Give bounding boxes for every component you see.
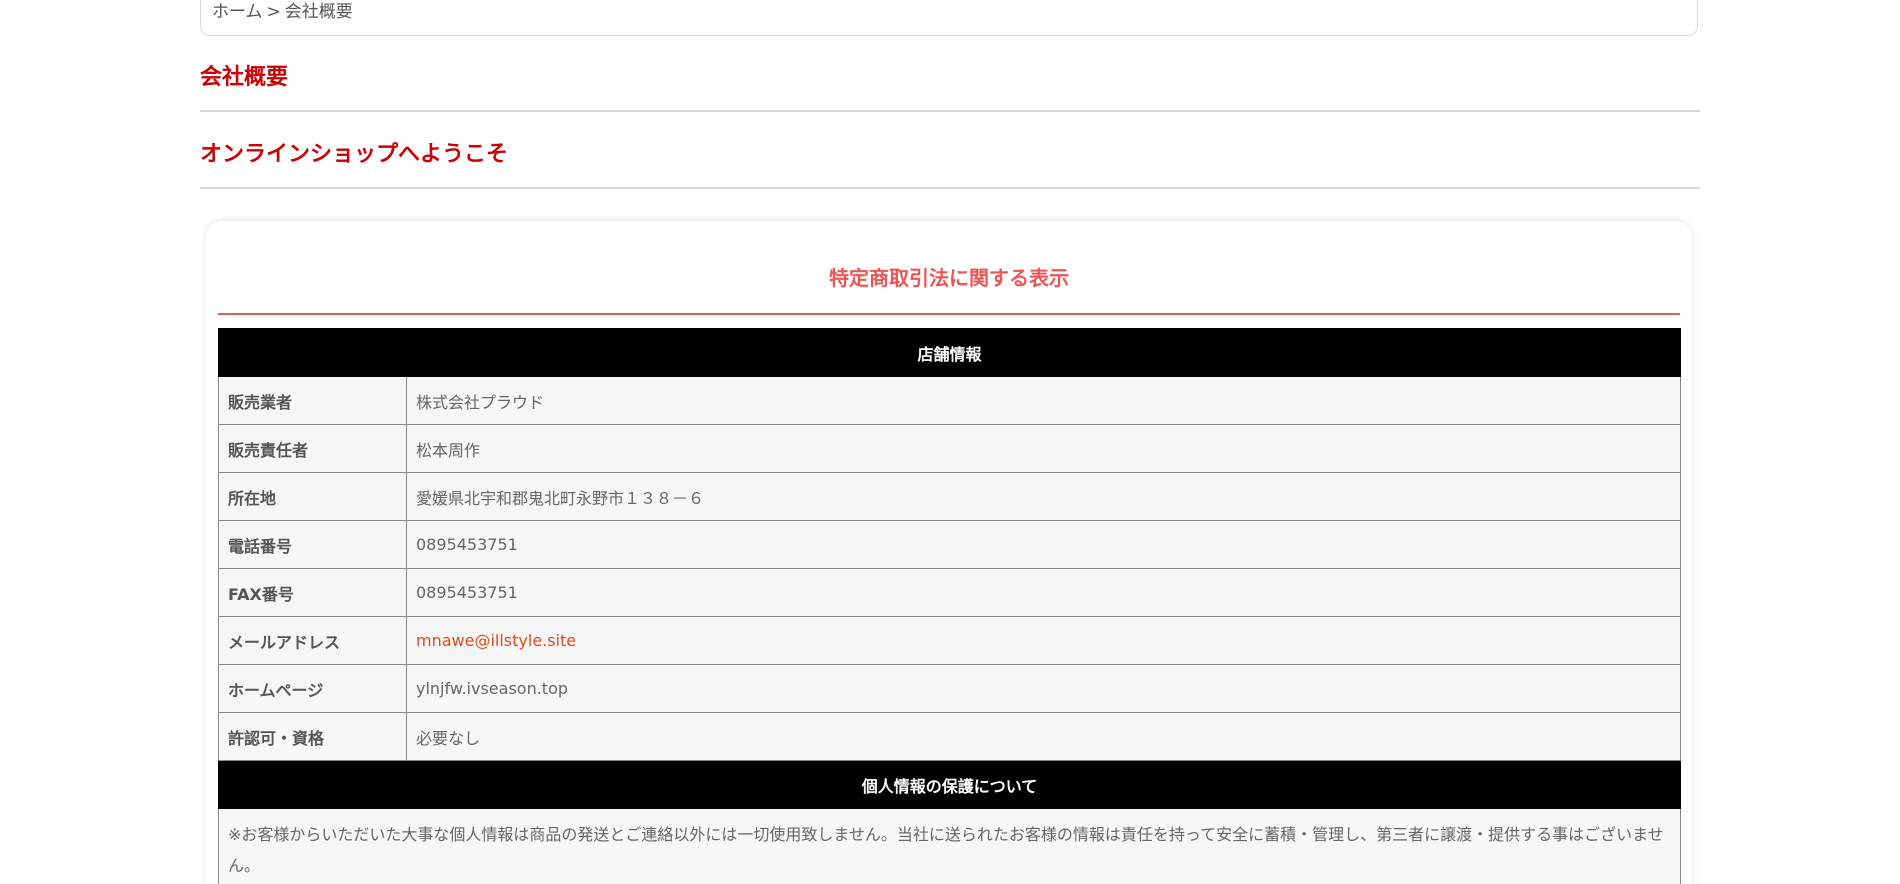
welcome-heading: オンラインショップへようこそ — [200, 142, 509, 167]
privacy-header-row: 個人情報の保護について — [218, 760, 1681, 809]
row-label-phone: 電話番号 — [218, 520, 407, 569]
store-info-header-row: 店舗情報 — [218, 328, 1681, 377]
row-label-fax: FAX番号 — [218, 568, 407, 617]
row-value-manager: 松本周作 — [406, 424, 1681, 473]
row-label-address: 所在地 — [218, 472, 407, 521]
breadcrumb-separator: > — [266, 2, 281, 22]
row-label-email: メールアドレス — [218, 616, 407, 665]
store-info-table: 店舗情報 販売業者 株式会社プラウド 販売責任者 松本周作 所在地 愛媛県北宇和… — [218, 328, 1681, 884]
row-label-homepage: ホームページ — [218, 664, 407, 713]
table-row: 販売責任者 松本周作 — [218, 424, 1681, 473]
breadcrumb-home-link[interactable]: ホーム — [212, 2, 263, 22]
table-row: 許認可・資格 必要なし — [218, 712, 1681, 761]
page: ホーム > 会社概要 会社概要 オンラインショップへようこそ 特定商取引法に関する表… — [0, 0, 1900, 884]
row-label-seller: 販売業者 — [218, 376, 407, 425]
row-label-manager: 販売責任者 — [218, 424, 407, 473]
table-row: 販売業者 株式会社プラウド — [218, 376, 1681, 425]
table-row: 電話番号 0895453751 — [218, 520, 1681, 569]
breadcrumb-container — [200, 0, 1698, 36]
row-label-license: 許認可・資格 — [218, 712, 407, 761]
row-value-homepage: ylnjfw.ivseason.top — [406, 664, 1681, 713]
table-row: メールアドレス mnawe@illstyle.site — [218, 616, 1681, 665]
privacy-section-header: 個人情報の保護について — [218, 760, 1681, 809]
legal-notice-title-rule — [218, 313, 1680, 315]
page-title: 会社概要 — [200, 65, 289, 90]
row-value-address: 愛媛県北宇和郡鬼北町永野市１３８－６ — [406, 472, 1681, 521]
welcome-divider — [200, 187, 1700, 189]
table-row: ホームページ ylnjfw.ivseason.top — [218, 664, 1681, 713]
table-row: FAX番号 0895453751 — [218, 568, 1681, 617]
row-value-seller: 株式会社プラウド — [406, 376, 1681, 425]
table-row: 所在地 愛媛県北宇和郡鬼北町永野市１３８－６ — [218, 472, 1681, 521]
row-value-fax: 0895453751 — [406, 568, 1681, 617]
page-title-divider — [200, 110, 1700, 112]
breadcrumb: ホーム > 会社概要 — [212, 2, 353, 22]
row-value-phone: 0895453751 — [406, 520, 1681, 569]
privacy-text: ※お客様からいただいた大事な個人情報は商品の発送とご連絡以外には一切使用致しませ… — [218, 808, 1681, 884]
row-value-license: 必要なし — [406, 712, 1681, 761]
store-info-section-header: 店舗情報 — [218, 328, 1681, 377]
row-value-email: mnawe@illstyle.site — [406, 616, 1681, 665]
email-link[interactable]: mnawe@illstyle.site — [416, 631, 576, 650]
legal-notice-title: 特定商取引法に関する表示 — [829, 266, 1069, 290]
breadcrumb-current: 会社概要 — [284, 2, 353, 22]
table-row: ※お客様からいただいた大事な個人情報は商品の発送とご連絡以外には一切使用致しませ… — [218, 808, 1681, 884]
